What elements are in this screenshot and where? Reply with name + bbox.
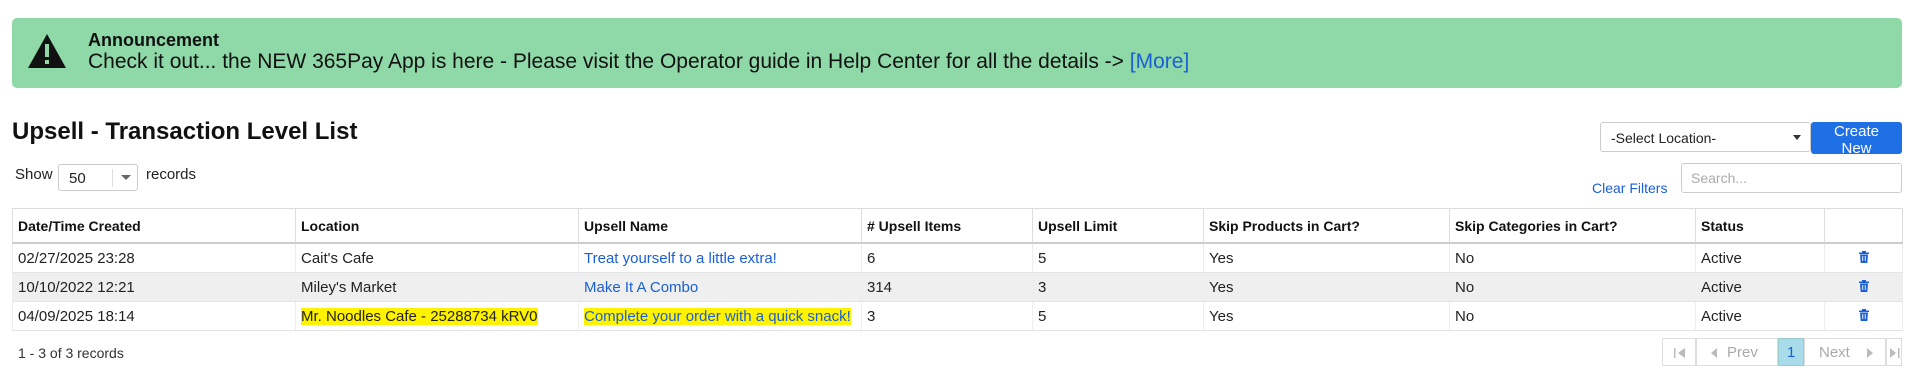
column-header-upsell-items[interactable]: # Upsell Items bbox=[861, 208, 1033, 244]
page-1-button[interactable]: 1 bbox=[1778, 338, 1804, 366]
page-size-value: 50 bbox=[69, 170, 86, 187]
chevron-down-icon bbox=[121, 175, 131, 180]
cell-status: Active bbox=[1695, 243, 1825, 273]
cell-actions bbox=[1824, 272, 1903, 302]
location-select[interactable]: -Select Location- bbox=[1600, 122, 1811, 152]
cell-upsell-items: 3 bbox=[861, 301, 1033, 331]
cell-skip-categories: No bbox=[1449, 272, 1696, 302]
cell-upsell-items: 314 bbox=[861, 272, 1033, 302]
next-label: Next bbox=[1819, 344, 1850, 361]
cell-date: 02/27/2025 23:28 bbox=[12, 243, 296, 273]
cell-upsell-limit: 5 bbox=[1032, 243, 1204, 273]
announcement-title: Announcement bbox=[88, 30, 220, 50]
cell-actions bbox=[1824, 301, 1903, 331]
first-page-button[interactable] bbox=[1662, 338, 1696, 366]
highlighted-location: Mr. Noodles Cafe - 25288734 kRV0 bbox=[301, 307, 538, 325]
trash-icon[interactable] bbox=[1858, 279, 1870, 292]
cell-upsell-name-link[interactable]: Make It A Combo bbox=[578, 272, 862, 302]
prev-label: Prev bbox=[1727, 344, 1758, 361]
column-header-upsell-name[interactable]: Upsell Name bbox=[578, 208, 862, 244]
cell-status: Active bbox=[1695, 301, 1825, 331]
page-title: Upsell - Transaction Level List bbox=[12, 118, 358, 145]
cell-skip-products: Yes bbox=[1203, 301, 1450, 331]
table-header-row: Date/Time Created Location Upsell Name #… bbox=[12, 208, 1903, 244]
cell-date: 10/10/2022 12:21 bbox=[12, 272, 296, 302]
last-page-icon bbox=[1890, 348, 1900, 358]
prev-page-button[interactable]: Prev bbox=[1696, 338, 1778, 366]
column-header-actions bbox=[1824, 208, 1903, 244]
cell-status: Active bbox=[1695, 272, 1825, 302]
table-row: 04/09/2025 18:14 Mr. Noodles Cafe - 2528… bbox=[12, 301, 1903, 331]
cell-upsell-limit: 3 bbox=[1032, 272, 1204, 302]
cell-date: 04/09/2025 18:14 bbox=[12, 301, 296, 331]
cell-location: Cait's Cafe bbox=[295, 243, 579, 273]
warning-triangle-icon bbox=[28, 34, 66, 68]
create-new-button[interactable]: Create New bbox=[1811, 122, 1902, 157]
chevron-right-icon bbox=[1867, 348, 1873, 358]
cell-actions bbox=[1824, 243, 1903, 273]
records-label: records bbox=[146, 166, 197, 183]
cell-skip-products: Yes bbox=[1203, 243, 1450, 273]
page-size-select[interactable]: 50 bbox=[58, 164, 138, 191]
cell-location: Mr. Noodles Cafe - 25288734 kRV0 bbox=[295, 301, 579, 331]
first-page-icon bbox=[1674, 348, 1685, 358]
announcement-text: Check it out... the NEW 365Pay App is he… bbox=[88, 50, 1124, 73]
chevron-down-icon bbox=[1793, 135, 1801, 140]
column-header-skip-products[interactable]: Skip Products in Cart? bbox=[1203, 208, 1450, 244]
table-row: 10/10/2022 12:21 Miley's Market Make It … bbox=[12, 272, 1903, 302]
announcement-banner: Announcement Check it out... the NEW 365… bbox=[12, 18, 1902, 88]
search-input[interactable] bbox=[1681, 163, 1902, 193]
next-page-button[interactable]: Next bbox=[1804, 338, 1886, 366]
current-page-label: 1 bbox=[1787, 344, 1796, 361]
cell-skip-categories: No bbox=[1449, 243, 1696, 273]
show-label: Show bbox=[15, 166, 53, 183]
column-header-location[interactable]: Location bbox=[295, 208, 579, 244]
upsell-table: Date/Time Created Location Upsell Name #… bbox=[12, 208, 1903, 331]
cell-upsell-limit: 5 bbox=[1032, 301, 1204, 331]
cell-location: Miley's Market bbox=[295, 272, 579, 302]
select-divider bbox=[112, 169, 113, 187]
last-page-button[interactable] bbox=[1886, 338, 1902, 366]
records-info: 1 - 3 of 3 records bbox=[18, 345, 124, 361]
highlighted-upsell-name: Complete your order with a quick snack! bbox=[584, 307, 851, 325]
clear-filters-link[interactable]: Clear Filters bbox=[1592, 180, 1667, 196]
cell-skip-products: Yes bbox=[1203, 272, 1450, 302]
location-select-value: -Select Location- bbox=[1611, 130, 1717, 146]
column-header-status[interactable]: Status bbox=[1695, 208, 1825, 244]
cell-upsell-name-link[interactable]: Treat yourself to a little extra! bbox=[578, 243, 862, 273]
table-row: 02/27/2025 23:28 Cait's Cafe Treat yours… bbox=[12, 243, 1903, 273]
cell-upsell-name-link[interactable]: Complete your order with a quick snack! bbox=[578, 301, 862, 331]
column-header-date[interactable]: Date/Time Created bbox=[12, 208, 296, 244]
column-header-skip-categories[interactable]: Skip Categories in Cart? bbox=[1449, 208, 1696, 244]
cell-skip-categories: No bbox=[1449, 301, 1696, 331]
trash-icon[interactable] bbox=[1858, 308, 1870, 321]
chevron-left-icon bbox=[1711, 348, 1717, 358]
announcement-message: Check it out... the NEW 365Pay App is he… bbox=[88, 50, 1189, 74]
announcement-more-link[interactable]: [More] bbox=[1130, 50, 1190, 73]
cell-upsell-items: 6 bbox=[861, 243, 1033, 273]
trash-icon[interactable] bbox=[1858, 250, 1870, 263]
column-header-upsell-limit[interactable]: Upsell Limit bbox=[1032, 208, 1204, 244]
